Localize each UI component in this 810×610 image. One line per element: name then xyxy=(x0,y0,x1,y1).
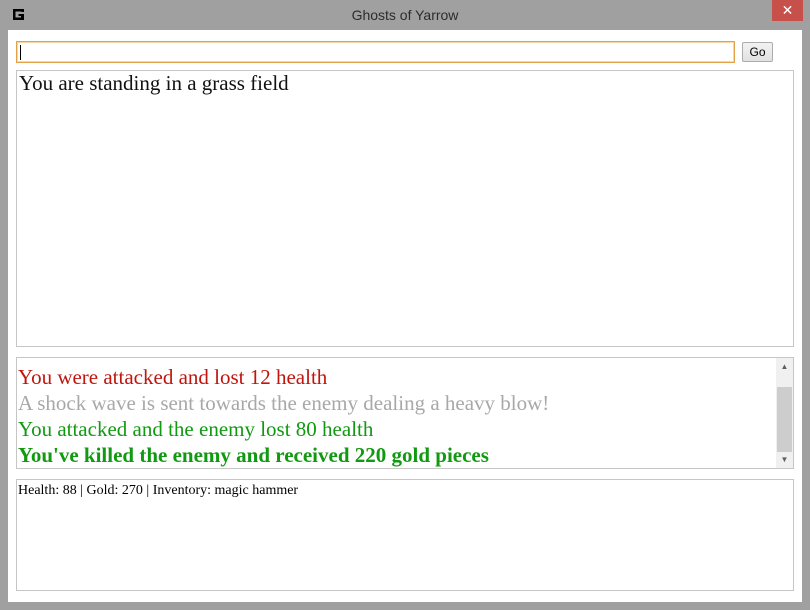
command-input[interactable] xyxy=(16,41,735,63)
scroll-up-icon[interactable]: ▲ xyxy=(776,358,793,375)
game-window: Ghosts of Yarrow ✕ Go You are standing i… xyxy=(0,0,810,610)
go-button[interactable]: Go xyxy=(742,42,773,62)
log-scrollbar[interactable]: ▲ ▼ xyxy=(776,358,793,468)
window-title: Ghosts of Yarrow xyxy=(351,7,459,23)
location-panel[interactable]: You are standing in a grass field xyxy=(16,70,794,347)
scroll-thumb[interactable] xyxy=(777,387,792,452)
close-icon: ✕ xyxy=(781,2,794,18)
text-caret xyxy=(20,45,21,60)
combat-log: You were attacked and lost 12 health A sh… xyxy=(18,364,775,468)
status-line: Health: 88 | Gold: 270 | Inventory: magi… xyxy=(18,483,299,498)
title-bar[interactable]: Ghosts of Yarrow ✕ xyxy=(0,0,810,30)
combat-log-panel[interactable]: You were attacked and lost 12 health A sh… xyxy=(16,357,794,469)
status-panel[interactable]: Health: 88 | Gold: 270 | Inventory: magi… xyxy=(16,479,794,591)
close-button[interactable]: ✕ xyxy=(772,0,803,21)
log-line: You were attacked and lost 12 health xyxy=(18,365,328,389)
scroll-down-icon[interactable]: ▼ xyxy=(776,451,793,468)
client-area: Go You are standing in a grass field You… xyxy=(8,30,802,602)
log-line: You attacked and the enemy lost 80 healt… xyxy=(18,417,374,441)
log-line: A shock wave is sent towards the enemy d… xyxy=(18,391,550,415)
location-description: You are standing in a grass field xyxy=(19,71,289,95)
log-line: You've killed the enemy and received 220… xyxy=(18,443,489,467)
